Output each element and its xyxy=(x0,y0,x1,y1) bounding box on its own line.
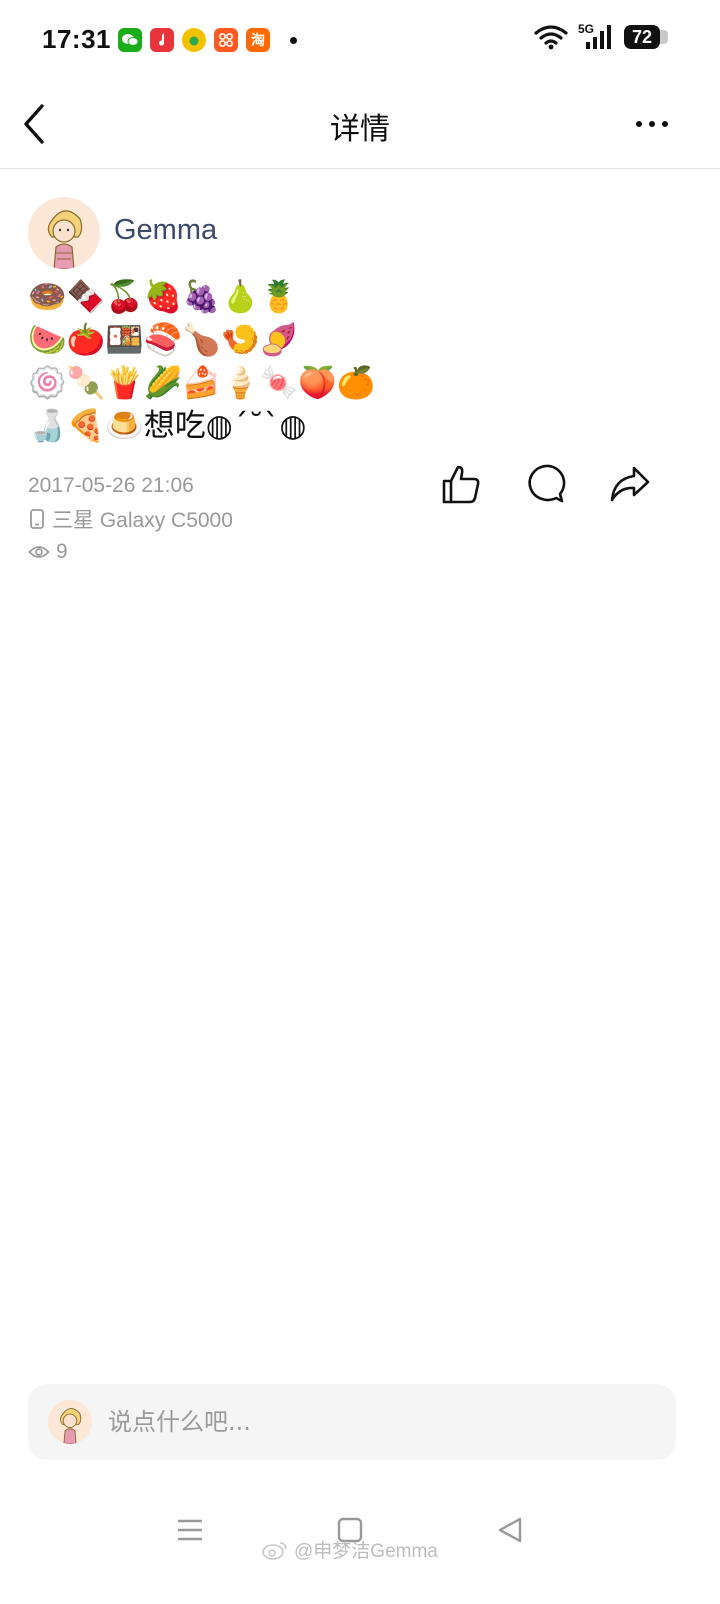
phone-icon xyxy=(30,508,44,529)
comment-bar[interactable] xyxy=(28,1384,676,1460)
device-row: 三星 Galaxy C5000 xyxy=(28,502,233,535)
avatar[interactable] xyxy=(28,197,100,269)
screen: 17:31 淘 5G 72 详情 Gemma 🍩🍫🍒🍓🍇🍐🍍 🍉🍅🍱🍣🍗🍤🍠 🍥… xyxy=(0,0,720,1604)
wifi-icon xyxy=(534,25,568,50)
comment-avatar xyxy=(48,1400,92,1444)
comment-button[interactable] xyxy=(524,462,568,506)
more-options-button[interactable] xyxy=(636,112,676,136)
share-button[interactable] xyxy=(608,462,652,506)
battery-indicator: 72 xyxy=(624,25,668,49)
post-content: 🍩🍫🍒🍓🍇🍐🍍 🍉🍅🍱🍣🍗🍤🍠 🍥🍡🍟🌽🍰🍦🍬🍑🍊 🍶🍕🍮想吃◍´˘`◍ xyxy=(28,279,376,444)
recent-apps-button[interactable] xyxy=(170,1510,210,1550)
weibo-icon xyxy=(262,1541,287,1560)
status-time: 17:31 xyxy=(42,24,111,54)
watermark-text: @申梦洁Gemma xyxy=(294,1541,438,1562)
comment-bubble-icon xyxy=(528,464,566,503)
thumbs-up-icon xyxy=(442,465,480,504)
cartoon-girl-avatar-image xyxy=(48,1400,92,1444)
view-count: 9 xyxy=(56,539,68,563)
music-icon xyxy=(150,28,174,52)
like-button[interactable] xyxy=(440,462,484,506)
status-indicators: 5G 72 xyxy=(534,22,668,50)
post-device: 三星 Galaxy C5000 xyxy=(52,508,233,532)
post-meta: 2017-05-26 21:06 三星 Galaxy C5000 9 xyxy=(28,469,233,568)
menu-lines-icon xyxy=(178,1519,202,1541)
wechat-icon xyxy=(118,28,142,52)
post-timestamp: 2017-05-26 21:06 xyxy=(28,473,194,497)
more-dot xyxy=(636,121,642,127)
status-bar: 17:31 淘 5G 72 xyxy=(0,0,720,82)
triangle-back-icon xyxy=(498,1517,522,1543)
username-link[interactable]: Gemma xyxy=(114,214,217,247)
taobao-icon: 淘 xyxy=(246,28,270,52)
cartoon-girl-avatar-image xyxy=(28,197,100,269)
views-row: 9 xyxy=(28,535,233,568)
page-title: 详情 xyxy=(330,112,390,147)
more-dot xyxy=(662,121,668,127)
more-notifications-dot xyxy=(290,36,297,44)
nav-bar: 详情 xyxy=(0,82,720,169)
grid-app-icon xyxy=(214,28,238,52)
signal-icon xyxy=(586,25,611,49)
share-arrow-icon xyxy=(610,466,650,502)
fruit-icon xyxy=(182,28,206,52)
back-nav-button[interactable] xyxy=(490,1510,530,1550)
timestamp-row: 2017-05-26 21:06 xyxy=(28,469,233,502)
eye-icon xyxy=(28,545,50,558)
watermark: @申梦洁Gemma xyxy=(262,1536,438,1563)
notification-app-icons: 淘 xyxy=(118,28,297,52)
more-dot xyxy=(649,121,655,127)
post-actions xyxy=(440,462,690,506)
cellular-signal: 5G xyxy=(578,22,614,50)
comment-input[interactable] xyxy=(108,1400,648,1444)
